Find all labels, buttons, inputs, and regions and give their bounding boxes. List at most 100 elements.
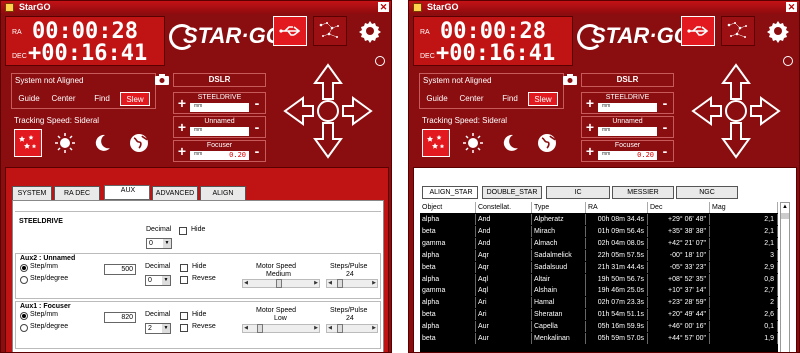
dslr-panel[interactable]: DSLR <box>155 73 266 87</box>
focuser-plus-button[interactable]: + <box>583 96 597 110</box>
column-header[interactable]: Type <box>532 202 586 213</box>
focuser-plus-button[interactable]: + <box>175 96 189 110</box>
constellation-button[interactable] <box>313 16 347 46</box>
table-cell: 19h 46m 25.0s <box>586 285 648 297</box>
usb-button[interactable] <box>273 16 307 46</box>
constellation-button[interactable] <box>721 16 755 46</box>
column-header[interactable]: Object <box>420 202 476 213</box>
table-cell: Sadalsuud <box>532 261 586 273</box>
settings-button[interactable] <box>353 16 387 46</box>
tracking-sidereal-button[interactable] <box>422 129 450 157</box>
direction-pad[interactable] <box>691 63 781 159</box>
tab-ra-dec[interactable]: RA DEC <box>54 186 100 200</box>
tracking-lunar-button[interactable] <box>496 129 524 157</box>
table-row[interactable]: beta Aqr Sadalsuud 21h 31m 44.4s -05° 33' 23… <box>420 261 778 273</box>
decimal-select[interactable]: 2 ▼ <box>145 323 171 334</box>
focuser-focuser: + Focuser mm 0.20 - <box>581 140 674 162</box>
focuser-plus-button[interactable]: + <box>583 120 597 134</box>
table-scrollbar[interactable]: ▲ <box>780 202 790 352</box>
table-cell: 2,7 <box>710 285 778 297</box>
table-row[interactable]: gamma Aql Alshain 19h 46m 25.0s +10° 37' 14"… <box>420 285 778 297</box>
center-button[interactable]: Center <box>47 92 80 106</box>
table-row[interactable]: alpha Aql Altair 19h 50m 56.7s +08° 52' 35" 0… <box>420 273 778 285</box>
step-value-input[interactable]: 820 <box>104 312 136 323</box>
focuser-plus-button[interactable]: + <box>583 144 597 158</box>
table-row[interactable]: alpha Ari Hamal 02h 07m 23.3s +23° 28' 59" 2 <box>420 297 778 309</box>
hide-checkbox[interactable] <box>179 227 187 235</box>
decimal-select[interactable]: 0 ▼ <box>146 238 172 249</box>
tracking-solar-button[interactable] <box>51 129 79 157</box>
focuser-minus-button[interactable]: - <box>250 144 264 158</box>
reverse-checkbox[interactable] <box>180 276 188 284</box>
tab-align[interactable]: ALIGN <box>200 186 246 200</box>
tab-ngc[interactable]: NGC <box>676 186 738 199</box>
steps-pulse-slider[interactable]: ◀ ▶ <box>326 324 378 333</box>
tab-messier[interactable]: MESSIER <box>612 186 674 199</box>
constellation-icon <box>727 22 747 38</box>
table-row[interactable]: alpha Aur Capella 05h 16m 59.9s +46° 00' 16"… <box>420 321 778 333</box>
tracking-lunar-button[interactable] <box>88 129 116 157</box>
table-cell: alpha <box>420 273 476 285</box>
tab-double-star[interactable]: DOUBLE_STAR <box>482 186 542 199</box>
focuser-plus-button[interactable]: + <box>175 120 189 134</box>
focuser-minus-button[interactable]: - <box>658 144 672 158</box>
scroll-up-icon[interactable]: ▲ <box>781 203 789 211</box>
guide-button[interactable]: Guide <box>15 92 43 106</box>
tracking-terrestrial-button[interactable] <box>533 129 561 157</box>
decimal-select[interactable]: 0 ▼ <box>145 275 171 286</box>
step-mm-radio[interactable] <box>20 264 28 272</box>
slew-button[interactable]: Slew <box>120 92 150 106</box>
hide-checkbox[interactable] <box>180 264 188 272</box>
moon-icon <box>95 134 110 151</box>
focuser-plus-button[interactable]: + <box>175 144 189 158</box>
find-button[interactable]: Find <box>89 92 115 106</box>
focuser-minus-button[interactable]: - <box>658 120 672 134</box>
usb-button[interactable] <box>681 16 715 46</box>
scroll-thumb[interactable] <box>781 213 789 219</box>
column-header[interactable]: Mag <box>710 202 778 213</box>
step-mm-radio[interactable] <box>20 312 28 320</box>
dslr-panel[interactable]: DSLR <box>563 73 674 87</box>
direction-pad[interactable] <box>283 63 373 159</box>
table-cell: 2,1 <box>710 214 778 225</box>
tab-align-star[interactable]: ALIGN_STAR <box>422 186 478 199</box>
focuser-minus-button[interactable]: - <box>250 96 264 110</box>
column-header[interactable]: Dec <box>648 202 710 213</box>
motor-speed-slider[interactable]: ◀ ▶ <box>242 279 320 288</box>
moon-icon <box>503 134 518 151</box>
table-row[interactable]: beta Aur Menkalinan 05h 59m 57.0s +44° 57' 0… <box>420 333 778 344</box>
tracking-solar-button[interactable] <box>459 129 487 157</box>
table-row[interactable]: alpha Aqr Sadalmelick 22h 05m 57.5s -00° 18'… <box>420 249 778 261</box>
close-button[interactable]: ✕ <box>378 2 389 12</box>
tracking-sidereal-button[interactable] <box>14 129 42 157</box>
tracking-terrestrial-button[interactable] <box>125 129 153 157</box>
table-cell: 1,9 <box>710 333 778 344</box>
table-cell: Mirach <box>532 225 586 237</box>
focuser-minus-button[interactable]: - <box>658 96 672 110</box>
tab-ic[interactable]: IC <box>546 186 610 199</box>
slew-button[interactable]: Slew <box>528 92 558 106</box>
steps-pulse-slider[interactable]: ◀ ▶ <box>326 279 378 288</box>
tab-advanced[interactable]: ADVANCED <box>152 186 198 200</box>
close-button[interactable]: ✕ <box>786 2 797 12</box>
step-degree-radio[interactable] <box>20 276 28 284</box>
west-arrow <box>283 96 314 126</box>
center-button[interactable]: Center <box>455 92 488 106</box>
column-header[interactable]: RA <box>586 202 648 213</box>
find-button[interactable]: Find <box>497 92 523 106</box>
table-row[interactable]: beta Ari Sheratan 01h 54m 51.1s +20° 49' 44"… <box>420 309 778 321</box>
table-row[interactable]: beta And Mirach 01h 09m 56.4s +35° 38' 38" 2,… <box>420 225 778 237</box>
hide-checkbox[interactable] <box>180 312 188 320</box>
tab-aux[interactable]: AUX <box>104 185 150 200</box>
column-header[interactable]: Constellat. <box>476 202 532 213</box>
guide-button[interactable]: Guide <box>423 92 451 106</box>
motor-speed-slider[interactable]: ◀ ▶ <box>242 324 320 333</box>
reverse-checkbox[interactable] <box>180 324 188 332</box>
tab-system[interactable]: SYSTEM <box>12 186 52 200</box>
step-degree-radio[interactable] <box>20 324 28 332</box>
step-value-input[interactable]: 500 <box>104 264 136 275</box>
table-row[interactable]: gamma And Almach 02h 04m 08.0s +42° 21' 07" 2… <box>420 237 778 249</box>
table-row[interactable]: alpha And Alpheratz 00h 08m 34.4s +29° 06' 4… <box>420 214 778 225</box>
focuser-minus-button[interactable]: - <box>250 120 264 134</box>
settings-button[interactable] <box>761 16 795 46</box>
